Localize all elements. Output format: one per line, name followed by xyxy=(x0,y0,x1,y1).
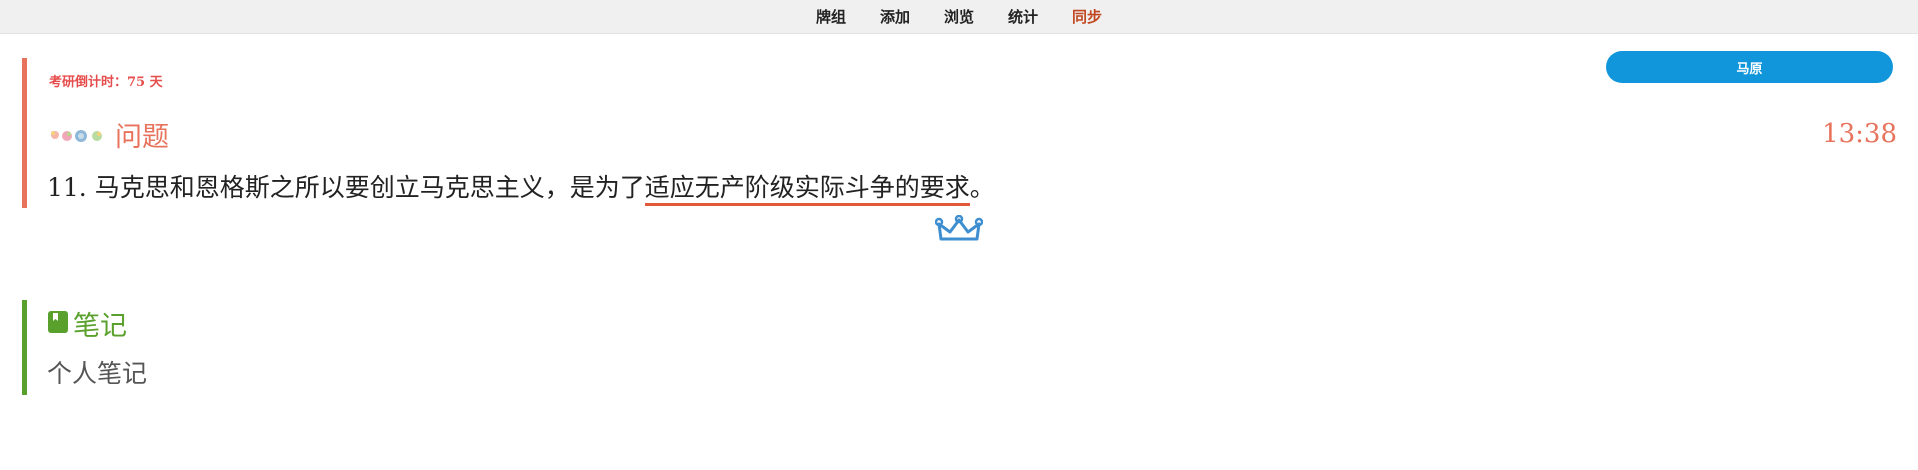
nav-sync[interactable]: 同步 xyxy=(1072,6,1102,27)
note-card: 笔记 个人笔记 xyxy=(22,300,927,395)
question-prefix: 11. 马克思和恩格斯之所以要创立马克思主义，是为了 xyxy=(47,173,645,202)
nav-browse[interactable]: 浏览 xyxy=(944,6,974,27)
question-header: 问题 xyxy=(47,115,169,154)
nav-add[interactable]: 添加 xyxy=(880,6,910,27)
crown-icon xyxy=(934,214,984,247)
answer-highlight: 适应无产阶级实际斗争的要求 xyxy=(644,173,970,206)
question-card: 考研倒计时：75 天 问题 13:38 11. 马克思和恩格斯之所以要创立马克思… xyxy=(22,58,1907,208)
top-nav: 牌组 添加 浏览 统计 同步 xyxy=(0,0,1918,34)
note-header: 笔记 xyxy=(47,304,127,343)
question-text: 11. 马克思和恩格斯之所以要创立马克思主义，是为了适应无产阶级实际斗争的要求。 xyxy=(47,168,995,206)
book-icon xyxy=(47,310,69,338)
nav-stats[interactable]: 统计 xyxy=(1008,6,1038,27)
note-text: 个人笔记 xyxy=(47,359,148,388)
review-timer: 13:38 xyxy=(1822,119,1897,149)
exam-countdown: 考研倒计时：75 天 xyxy=(49,75,163,90)
flower-decoration-icon xyxy=(47,126,107,144)
nav-decks[interactable]: 牌组 xyxy=(816,6,846,27)
note-title: 笔记 xyxy=(73,311,127,342)
question-suffix: 。 xyxy=(969,173,995,202)
question-title: 问题 xyxy=(115,122,169,153)
